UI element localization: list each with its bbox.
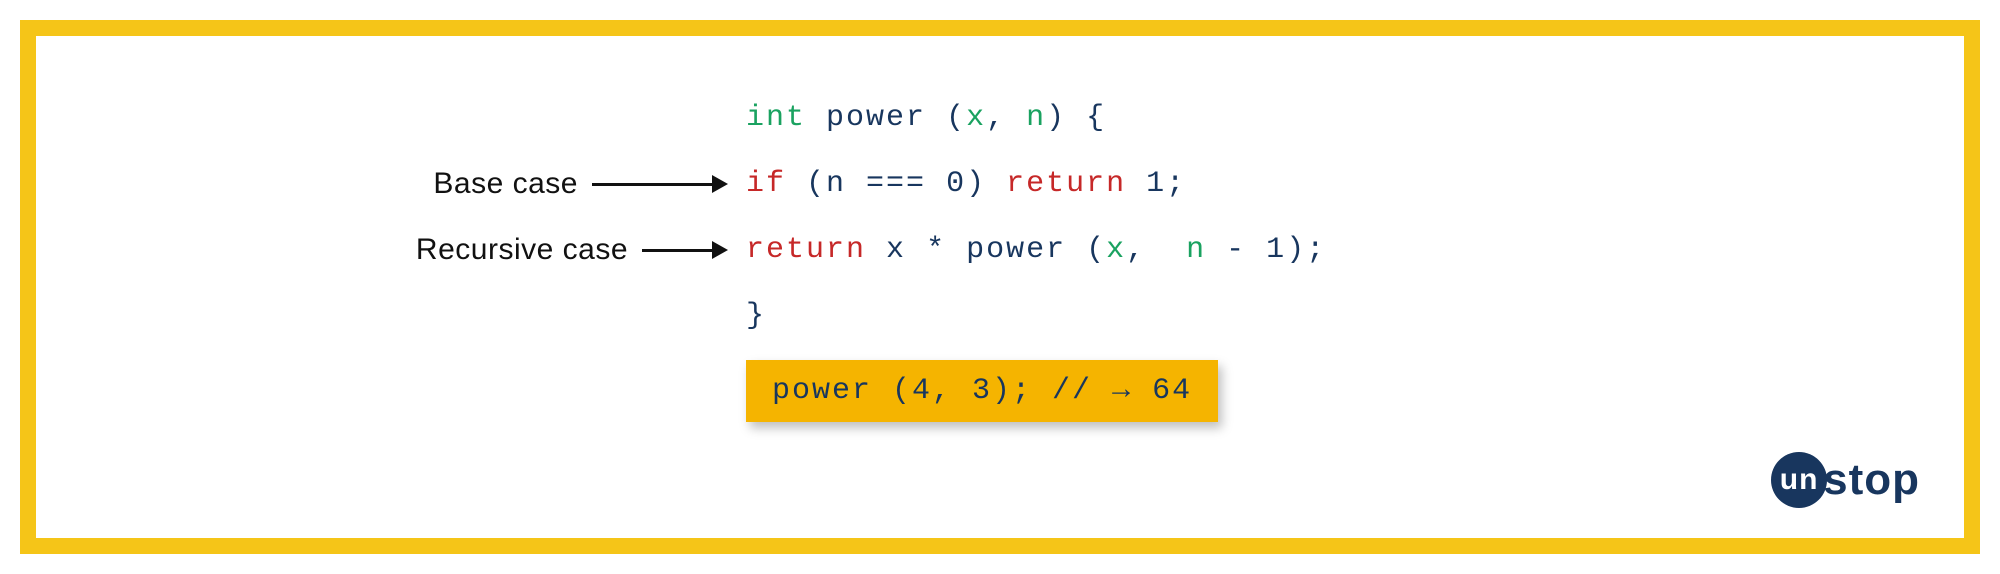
token-param-n: n	[1186, 233, 1206, 267]
code-row-base-case: Base case if (n === 0) return 1;	[386, 162, 1686, 206]
logo-text: stop	[1823, 455, 1920, 505]
arrow-head-icon	[712, 175, 728, 193]
code-row-recursive-case: Recursive case return x * power (x, n - …	[386, 228, 1686, 272]
result-value: 64	[1132, 374, 1192, 408]
token-fnname: power	[826, 101, 926, 135]
token-param-x: x	[966, 101, 986, 135]
arrow-right-icon: →	[1112, 374, 1132, 408]
token-mul: *	[906, 233, 966, 267]
token-brace: ) {	[1046, 101, 1106, 135]
token-minus: -	[1206, 233, 1266, 267]
token-comma: ,	[1126, 233, 1186, 267]
token-var-x: x	[886, 233, 906, 267]
diagram-content: int power (x, n) { Base case if (n === 0…	[386, 96, 1686, 422]
bordered-frame: int power (x, n) { Base case if (n === 0…	[20, 20, 1980, 554]
arrow-base-case	[592, 175, 728, 193]
code-line-2: if (n === 0) return 1;	[746, 167, 1186, 201]
token-paren: (	[1066, 233, 1106, 267]
code-row-close-brace: }	[386, 294, 1686, 338]
token-paren: (	[926, 101, 966, 135]
token-type: int	[746, 101, 806, 135]
token-param-n: n	[1026, 101, 1046, 135]
code-row-signature: int power (x, n) {	[386, 96, 1686, 140]
logo-circle-icon: un	[1771, 452, 1827, 508]
token-return: return	[1006, 167, 1126, 201]
code-line-3: return x * power (x, n - 1);	[746, 233, 1326, 267]
token-return: return	[746, 233, 866, 267]
arrow-shaft	[592, 183, 712, 186]
arrow-head-icon	[712, 241, 728, 259]
token-one: 1	[1126, 167, 1166, 201]
result-row: power (4, 3); // → 64	[746, 360, 1686, 422]
token-space	[866, 233, 886, 267]
token-eq: ===	[846, 167, 946, 201]
token-fnname: power	[966, 233, 1066, 267]
code-line-4: }	[746, 299, 766, 333]
brand-logo: unstop	[1771, 452, 1920, 508]
token-comma: ,	[986, 101, 1026, 135]
label-recursive-case: Recursive case	[416, 233, 628, 267]
label-base-case: Base case	[433, 167, 578, 201]
token-paren: )	[966, 167, 1006, 201]
arrow-shaft	[642, 249, 712, 252]
token-param-x: x	[1106, 233, 1126, 267]
token-var-n: n	[826, 167, 846, 201]
code-line-1: int power (x, n) {	[746, 101, 1106, 135]
token-semi: ;	[1166, 167, 1186, 201]
arrow-recursive-case	[642, 241, 728, 259]
token-paren-semi: );	[1286, 233, 1326, 267]
token-paren: (	[786, 167, 826, 201]
result-call: power (4, 3); //	[772, 374, 1112, 408]
result-highlight-box: power (4, 3); // → 64	[746, 360, 1218, 422]
token-if: if	[746, 167, 786, 201]
token-one: 1	[1266, 233, 1286, 267]
token-zero: 0	[946, 167, 966, 201]
